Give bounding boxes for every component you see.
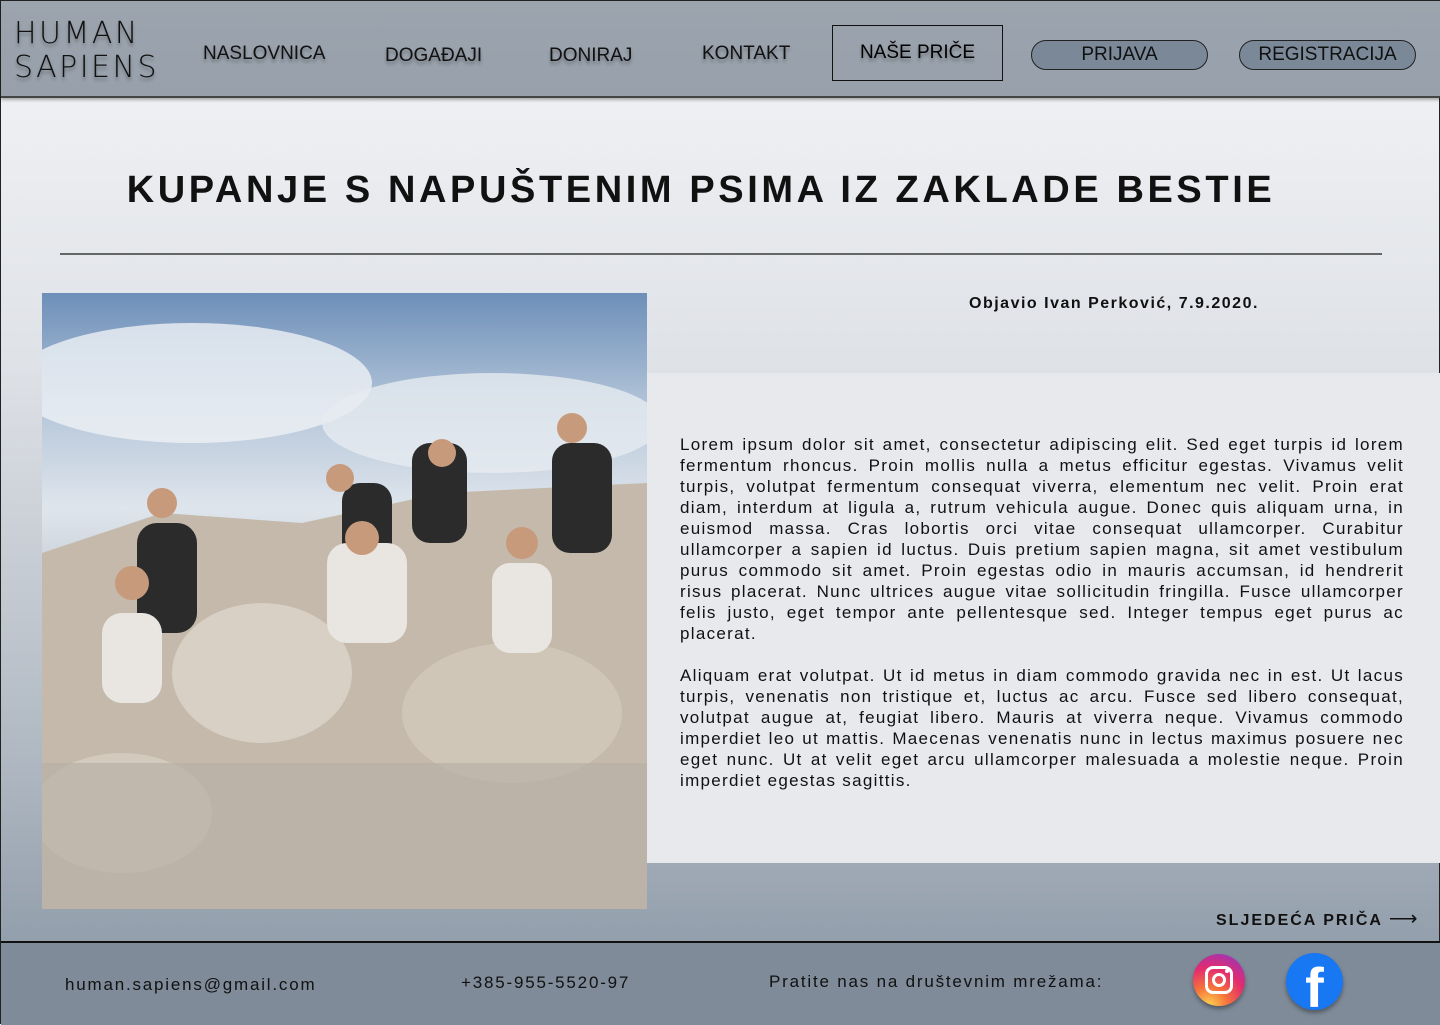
register-button[interactable]: REGISTRACIJA: [1239, 40, 1416, 70]
article-body: Lorem ipsum dolor sit amet, consectetur …: [680, 434, 1404, 812]
facebook-glyph: f: [1305, 956, 1324, 1010]
next-story-link[interactable]: SLJEDEĆA PRIČA ⟶: [1216, 906, 1420, 931]
site-header: HUMAN SAPIENS NASLOVNICA DOGAĐAJI DONIRAJ…: [1, 1, 1440, 98]
paragraph-1: Lorem ipsum dolor sit amet, consectetur …: [680, 435, 1404, 643]
logo-line-1: HUMAN: [14, 16, 140, 51]
nav-nase-price[interactable]: NAŠE PRIČE: [832, 25, 1003, 81]
logo-line-2: SAPIENS: [14, 50, 159, 85]
next-story-label: SLJEDEĆA PRIČA: [1216, 912, 1383, 929]
nav-naslovnica[interactable]: NASLOVNICA: [203, 43, 325, 65]
footer-phone: +385-955-5520-97: [461, 973, 631, 992]
nav-doniraj[interactable]: DONIRAJ: [549, 45, 632, 67]
paragraph-2: Aliquam erat volutpat. Ut id metus in di…: [680, 666, 1404, 790]
instagram-icon[interactable]: [1193, 954, 1245, 1006]
article-title: KUPANJE S NAPUŠTENIM PSIMA IZ ZAKLADE BE…: [126, 169, 1276, 211]
arrow-right-icon: ⟶: [1388, 908, 1420, 930]
login-button[interactable]: PRIJAVA: [1031, 40, 1208, 70]
article-byline: Objavio Ivan Perković, 7.9.2020.: [969, 295, 1259, 312]
footer-email[interactable]: human.sapiens@gmail.com: [65, 975, 316, 995]
footer-social-label: Pratite nas na društevnim mrežama:: [769, 972, 1104, 991]
nav-dogadaji[interactable]: DOGAĐAJI: [385, 45, 482, 67]
logo[interactable]: HUMAN SAPIENS: [14, 17, 159, 85]
nav-kontakt[interactable]: KONTAKT: [702, 43, 790, 65]
photo-illustration: [42, 323, 647, 909]
facebook-icon[interactable]: f: [1286, 953, 1343, 1010]
divider: [60, 253, 1382, 255]
article-photo: [42, 293, 647, 909]
